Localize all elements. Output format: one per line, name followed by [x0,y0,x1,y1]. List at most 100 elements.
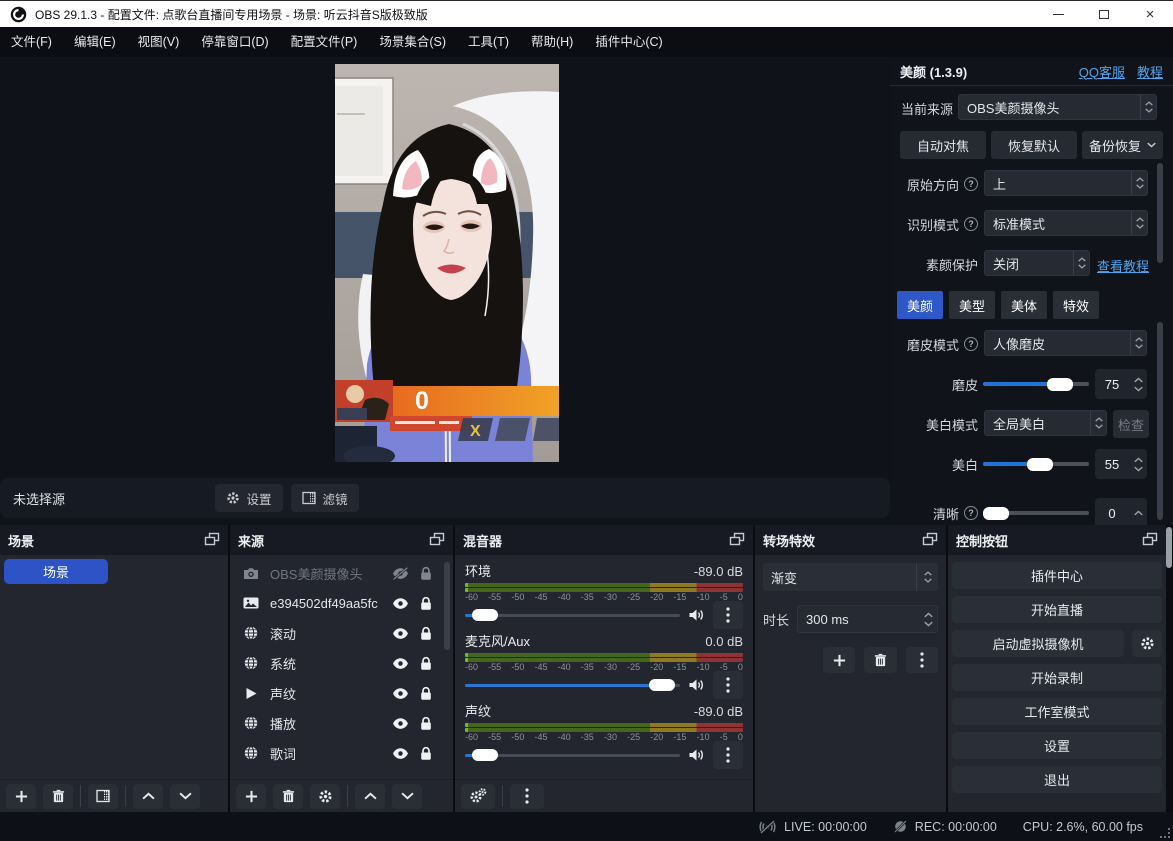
move-source-up-button[interactable] [355,784,385,809]
smooth-slider[interactable] [983,369,1089,399]
current-source-dropdown[interactable]: OBS美颜摄像头 [958,94,1157,120]
remove-transition-button[interactable] [864,647,896,673]
speaker-icon[interactable] [688,748,705,762]
start-streaming-button[interactable]: 开始直播 [952,596,1162,623]
source-row[interactable]: 声纹 [230,678,443,708]
lock-toggle[interactable] [413,626,439,641]
popup-window-icon[interactable] [204,532,220,549]
add-transition-button[interactable] [823,647,855,673]
check-button[interactable]: 检查 [1113,410,1149,438]
preview-video[interactable]: 0 X [335,64,559,462]
move-scene-up-button[interactable] [133,784,163,809]
help-icon[interactable]: ? [964,337,978,351]
whiten-slider[interactable] [983,449,1089,479]
spinner-arrows-icon[interactable] [916,563,938,591]
remove-scene-button[interactable] [43,784,73,809]
menu-item[interactable]: 文件(F) [0,27,63,57]
lock-toggle[interactable] [413,746,439,761]
volume-slider[interactable] [465,678,680,692]
maximize-button[interactable] [1081,1,1127,27]
beauty-tab[interactable]: 美颜 [897,291,943,319]
scrollbar-thumb[interactable] [1166,527,1172,568]
mixer-menu-button[interactable] [510,784,544,809]
slider-handle[interactable] [1047,378,1073,391]
menu-item[interactable]: 工具(T) [457,27,520,57]
spinner-arrows-icon[interactable] [1140,95,1156,119]
qq-support-link[interactable]: QQ客服 [1079,62,1125,81]
scene-filters-button[interactable] [88,784,118,809]
menu-item[interactable]: 视图(V) [127,27,191,57]
advanced-audio-button[interactable] [461,784,495,809]
move-scene-down-button[interactable] [170,784,200,809]
remove-source-button[interactable] [273,784,303,809]
slider-handle[interactable] [1027,458,1053,471]
minimize-button[interactable] [1035,1,1081,27]
visibility-toggle[interactable] [387,627,413,640]
beauty-tab[interactable]: 特效 [1053,291,1099,319]
add-source-button[interactable] [236,784,266,809]
whiten-value-box[interactable]: 55 [1095,449,1147,479]
tutorial-link[interactable]: 教程 [1137,62,1163,81]
lock-toggle[interactable] [413,716,439,731]
view-tutorial-link[interactable]: 查看教程 [1097,256,1149,275]
lock-toggle[interactable] [413,656,439,671]
visibility-toggle[interactable] [387,657,413,670]
slider-handle[interactable] [983,507,1009,520]
slider-handle[interactable] [472,749,498,761]
start-virtual-camera-button[interactable]: 启动虚拟摄像机 [952,630,1124,657]
menu-item[interactable]: 场景集合(S) [368,27,457,57]
spinner-arrows-icon[interactable] [1131,171,1147,195]
help-icon[interactable]: ? [964,506,978,520]
visibility-toggle[interactable] [387,717,413,730]
move-source-down-button[interactable] [392,784,422,809]
speaker-icon[interactable] [688,608,705,622]
beauty-tab[interactable]: 美型 [949,291,995,319]
settings-button[interactable]: 设置 [952,732,1162,759]
source-properties-button[interactable]: 设置 [215,484,283,512]
source-row[interactable]: 系统 [230,648,443,678]
duration-input[interactable]: 300 ms [797,605,938,633]
source-row[interactable]: 歌词 [230,738,443,768]
scrollbar-thumb[interactable] [1157,163,1163,263]
source-row[interactable]: 滚动 [230,618,443,648]
channel-menu-button[interactable] [713,741,743,769]
spinner-arrows-icon[interactable] [1129,377,1147,392]
popup-window-icon[interactable] [1142,532,1158,549]
clarity-value-box[interactable]: 0 [1095,498,1147,525]
restore-default-button[interactable]: 恢复默认 [991,131,1077,159]
scene-list-item[interactable]: 场景 [4,559,108,584]
orientation-dropdown[interactable]: 上 [984,170,1148,196]
smooth-mode-dropdown[interactable]: 人像磨皮 [984,330,1147,356]
add-scene-button[interactable] [6,784,36,809]
menu-item[interactable]: 配置文件(P) [280,27,369,57]
channel-menu-button[interactable] [713,671,743,699]
detect-mode-dropdown[interactable]: 标准模式 [984,210,1148,236]
volume-slider[interactable] [465,748,680,762]
spinner-arrows-icon[interactable] [1131,211,1147,235]
spinner-arrows-icon[interactable] [919,612,937,627]
lock-toggle[interactable] [413,566,439,581]
popup-window-icon[interactable] [729,532,745,549]
whiten-mode-dropdown[interactable]: 全局美白 [984,410,1107,436]
source-properties-button[interactable] [310,784,340,809]
visibility-toggle[interactable] [387,687,413,700]
help-icon[interactable]: ? [964,217,978,231]
clarity-slider[interactable] [983,498,1089,525]
transition-type-dropdown[interactable]: 渐变 [763,563,938,591]
scrollbar-thumb[interactable] [1157,322,1163,520]
spinner-arrows-icon[interactable] [1129,510,1147,516]
virtual-camera-settings-button[interactable] [1132,630,1162,657]
help-icon[interactable]: ? [964,177,978,191]
menu-item[interactable]: 编辑(E) [63,27,127,57]
source-row[interactable]: e394502df49aa5fc [230,588,443,618]
popup-window-icon[interactable] [922,532,938,549]
slider-handle[interactable] [472,609,498,621]
transition-menu-button[interactable] [906,647,938,673]
source-row[interactable]: OBS美颜摄像头 [230,558,443,588]
smooth-value-box[interactable]: 75 [1095,369,1147,399]
slider-handle[interactable] [649,679,675,691]
beauty-tab[interactable]: 美体 [1001,291,1047,319]
spinner-arrows-icon[interactable] [1129,457,1147,472]
spinner-arrows-icon[interactable] [1090,411,1106,435]
visibility-toggle[interactable] [387,567,413,580]
